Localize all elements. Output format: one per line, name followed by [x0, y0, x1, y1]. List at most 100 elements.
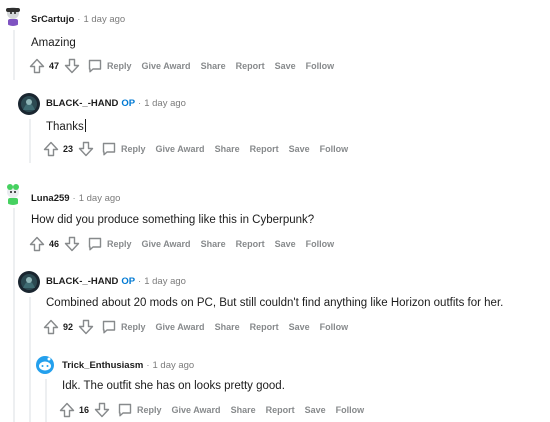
avatar[interactable]	[2, 4, 24, 26]
share-button[interactable]: Share	[201, 61, 226, 71]
timestamp[interactable]: 1 day ago	[79, 193, 121, 204]
reply-bubble-icon	[102, 320, 116, 334]
reply-label: Reply	[107, 239, 132, 249]
avatar[interactable]	[2, 183, 24, 205]
share-button[interactable]: Share	[201, 239, 226, 249]
avatar-icon	[2, 4, 24, 26]
thread-line[interactable]	[13, 208, 15, 422]
upvote-icon	[59, 402, 75, 418]
save-button[interactable]: Save	[305, 405, 326, 415]
reply-label: Reply	[137, 405, 162, 415]
vote-count: 92	[63, 322, 74, 332]
reply-button[interactable]: Reply	[87, 236, 132, 252]
upvote-button[interactable]	[59, 402, 75, 418]
upvote-button[interactable]	[43, 141, 59, 157]
timestamp[interactable]: 1 day ago	[144, 276, 186, 287]
thread-line[interactable]	[29, 297, 31, 422]
author-name[interactable]: SrCartujo	[31, 14, 74, 25]
give-award-button[interactable]: Give Award	[142, 239, 191, 249]
give-award-button[interactable]: Give Award	[172, 405, 221, 415]
upvote-icon	[43, 319, 59, 335]
text-cursor	[84, 119, 86, 132]
downvote-button[interactable]	[64, 58, 80, 74]
downvote-button[interactable]	[78, 319, 94, 335]
report-button[interactable]: Report	[266, 405, 295, 415]
report-button[interactable]: Report	[250, 322, 279, 332]
timestamp[interactable]: 1 day ago	[144, 98, 186, 109]
comment-meta: Trick_Enthusiasm · 1 day ago	[62, 360, 194, 372]
downvote-icon	[64, 58, 80, 74]
downvote-button[interactable]	[94, 402, 110, 418]
timestamp[interactable]: 1 day ago	[152, 360, 194, 371]
upvote-icon	[29, 58, 45, 74]
separator: ·	[138, 276, 142, 287]
comment-meta: Luna259 · 1 day ago	[31, 193, 120, 205]
report-button[interactable]: Report	[236, 61, 265, 71]
timestamp[interactable]: 1 day ago	[83, 14, 125, 25]
share-button[interactable]: Share	[231, 405, 256, 415]
save-button[interactable]: Save	[275, 61, 296, 71]
comment-body: Amazing	[31, 37, 76, 49]
share-button[interactable]: Share	[215, 322, 240, 332]
report-button[interactable]: Report	[250, 144, 279, 154]
separator: ·	[77, 14, 81, 25]
avatar[interactable]	[34, 354, 56, 376]
comment-meta: BLACK-_-HAND OP · 1 day ago	[46, 98, 186, 110]
reply-bubble-icon	[118, 403, 132, 417]
save-button[interactable]: Save	[275, 239, 296, 249]
reply-button[interactable]: Reply	[117, 402, 162, 418]
author-name[interactable]: BLACK-_-HAND	[46, 98, 118, 109]
comment-body: Idk. The outfit she has on looks pretty …	[62, 380, 285, 392]
upvote-button[interactable]	[43, 319, 59, 335]
upvote-button[interactable]	[29, 58, 45, 74]
report-button[interactable]: Report	[236, 239, 265, 249]
save-button[interactable]: Save	[289, 144, 310, 154]
comment-meta: BLACK-_-HAND OP · 1 day ago	[46, 276, 186, 288]
avatar[interactable]	[18, 271, 40, 293]
thread-line[interactable]	[29, 119, 31, 163]
downvote-icon	[78, 319, 94, 335]
separator: ·	[146, 360, 150, 371]
avatar-icon	[2, 183, 24, 205]
comment-actions: 16 Reply Give Award Share Report Save Fo…	[59, 401, 374, 419]
author-name[interactable]: BLACK-_-HAND	[46, 276, 118, 287]
upvote-icon	[43, 141, 59, 157]
reply-bubble-icon	[102, 142, 116, 156]
downvote-button[interactable]	[64, 236, 80, 252]
upvote-button[interactable]	[29, 236, 45, 252]
follow-button[interactable]: Follow	[320, 322, 349, 332]
comment-meta: SrCartujo · 1 day ago	[31, 14, 125, 26]
downvote-icon	[64, 236, 80, 252]
follow-button[interactable]: Follow	[306, 239, 335, 249]
upvote-icon	[29, 236, 45, 252]
vote-count: 16	[79, 405, 90, 415]
give-award-button[interactable]: Give Award	[156, 144, 205, 154]
follow-button[interactable]: Follow	[320, 144, 349, 154]
reply-button[interactable]: Reply	[101, 141, 146, 157]
thread-line[interactable]	[45, 379, 47, 422]
downvote-button[interactable]	[78, 141, 94, 157]
author-name[interactable]: Luna259	[31, 193, 70, 204]
reply-label: Reply	[121, 322, 146, 332]
give-award-button[interactable]: Give Award	[156, 322, 205, 332]
avatar-icon	[18, 93, 40, 115]
avatar-icon	[18, 271, 40, 293]
give-award-button[interactable]: Give Award	[142, 61, 191, 71]
separator: ·	[138, 98, 142, 109]
comment-body: Combined about 20 mods on PC, But still …	[46, 297, 504, 309]
avatar[interactable]	[18, 93, 40, 115]
follow-button[interactable]: Follow	[336, 405, 365, 415]
save-button[interactable]: Save	[289, 322, 310, 332]
downvote-icon	[78, 141, 94, 157]
reply-button[interactable]: Reply	[101, 319, 146, 335]
follow-button[interactable]: Follow	[306, 61, 335, 71]
vote-count: 46	[49, 239, 60, 249]
share-button[interactable]: Share	[215, 144, 240, 154]
thread-line[interactable]	[13, 30, 15, 80]
reply-label: Reply	[121, 144, 146, 154]
author-name[interactable]: Trick_Enthusiasm	[62, 360, 143, 371]
comment-body-text: Thanks	[46, 121, 84, 133]
comment-actions: 23 Reply Give Award Share Report Save Fo…	[43, 140, 358, 158]
reply-label: Reply	[107, 61, 132, 71]
reply-button[interactable]: Reply	[87, 58, 132, 74]
